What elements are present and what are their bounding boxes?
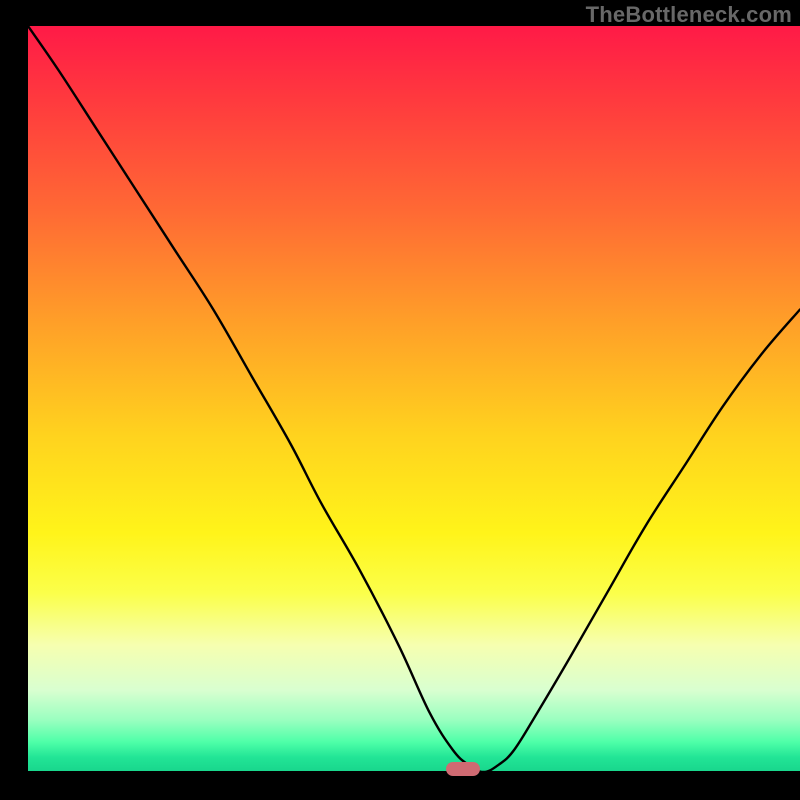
minimum-marker <box>446 762 480 776</box>
watermark-text: TheBottleneck.com <box>586 2 792 28</box>
chart-container: TheBottleneck.com <box>0 0 800 800</box>
bottleneck-curve <box>28 26 800 772</box>
x-axis-line <box>28 771 800 773</box>
plot-area <box>28 26 800 772</box>
